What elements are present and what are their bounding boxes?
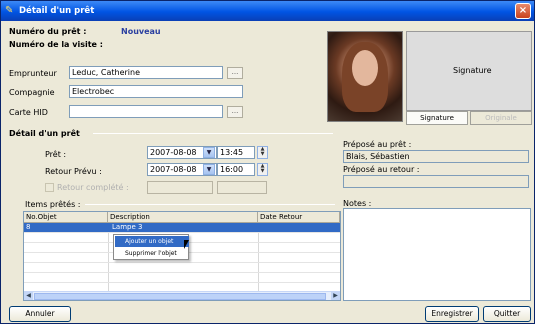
enregistrer-button[interactable]: Enregistrer [425, 306, 479, 322]
retour-complete-label: Retour complété : [57, 183, 129, 192]
row-no-objet: 8 [26, 223, 31, 231]
items-context-menu: Ajouter un objet Supprimer l'objet [113, 234, 189, 260]
retour-time-spinner-icon[interactable]: ▲ ▼ [257, 163, 268, 176]
menu-item-add-object[interactable]: Ajouter un objet [115, 236, 189, 247]
table-row[interactable]: 8 Lampe 3 [24, 223, 340, 233]
section-divider [93, 133, 333, 134]
carte-hid-field[interactable] [69, 105, 223, 118]
loan-detail-window: ✎ Détail d'un prêt × Numéro du prêt : No… [0, 0, 535, 324]
emprunteur-browse-button[interactable]: ... [227, 67, 243, 79]
retour-complete-checkbox[interactable] [45, 183, 54, 192]
compagnie-field[interactable]: Electrobec [69, 85, 243, 98]
tab-originale[interactable]: Originale [470, 111, 532, 125]
title-bar[interactable]: ✎ Détail d'un prêt × [1, 1, 534, 21]
carte-hid-label: Carte HID [9, 108, 48, 117]
row-description: Lampe 3 [112, 223, 143, 231]
emprunteur-label: Emprunteur [9, 69, 57, 78]
pret-time-spinner-icon[interactable]: ▲ ▼ [257, 146, 268, 159]
loan-number-value: Nouveau [121, 27, 161, 36]
table-row[interactable] [24, 263, 340, 273]
items-horizontal-scrollbar[interactable]: ◀ ▶ [24, 291, 340, 300]
pret-label: Prêt : [45, 150, 67, 159]
emprunteur-field[interactable]: Leduc, Catherine [69, 66, 223, 79]
menu-item-remove-object[interactable]: Supprimer l'objet [115, 248, 189, 259]
borrower-photo [327, 31, 403, 122]
retour-complete-time-field [217, 181, 267, 194]
annuler-button[interactable]: Annuler [9, 306, 71, 322]
table-row[interactable] [24, 273, 340, 283]
scroll-left-icon[interactable]: ◀ [24, 292, 33, 300]
prepose-pret-label: Préposé au prêt : [343, 140, 412, 149]
prepose-retour-field [343, 175, 529, 188]
window-title: Détail d'un prêt [19, 6, 95, 16]
items-divider [85, 204, 335, 205]
retour-time-field[interactable]: 16:00 [217, 163, 255, 176]
signature-box[interactable]: Signature [406, 31, 532, 111]
visit-number-label: Numéro de la visite : [9, 40, 103, 49]
notes-textarea[interactable] [343, 208, 531, 301]
compagnie-label: Compagnie [9, 88, 55, 97]
tab-signature[interactable]: Signature [406, 111, 468, 125]
mouse-cursor-icon [184, 240, 189, 249]
quitter-button[interactable]: Quitter [483, 306, 531, 322]
pret-date-dropdown-icon[interactable]: ▼ [203, 147, 215, 158]
column-header-description[interactable]: Description [108, 212, 258, 223]
retour-date-dropdown-icon[interactable]: ▼ [203, 164, 215, 175]
loan-number-label: Numéro du prêt : [9, 27, 87, 36]
carte-hid-browse-button[interactable]: ... [227, 106, 243, 118]
close-button[interactable]: × [515, 3, 531, 19]
signature-box-label: Signature [453, 66, 492, 75]
retour-prevu-label: Retour Prévu : [45, 167, 102, 176]
scroll-right-icon[interactable]: ▶ [331, 292, 340, 300]
column-header-no-objet[interactable]: No.Objet [24, 212, 108, 223]
scrollbar-thumb[interactable] [34, 293, 326, 300]
prepose-retour-label: Préposé au retour : [343, 165, 420, 174]
prepose-pret-field: Blais, Sébastien [343, 150, 529, 163]
app-icon: ✎ [5, 5, 14, 16]
items-section-label: Items prêtés : [25, 200, 81, 209]
pret-time-field[interactable]: 13:45 [217, 146, 255, 159]
column-header-date-retour[interactable]: Date Retour [258, 212, 340, 223]
retour-complete-date-field [147, 181, 213, 194]
loan-detail-section-title: Détail d'un prêt [9, 129, 80, 138]
